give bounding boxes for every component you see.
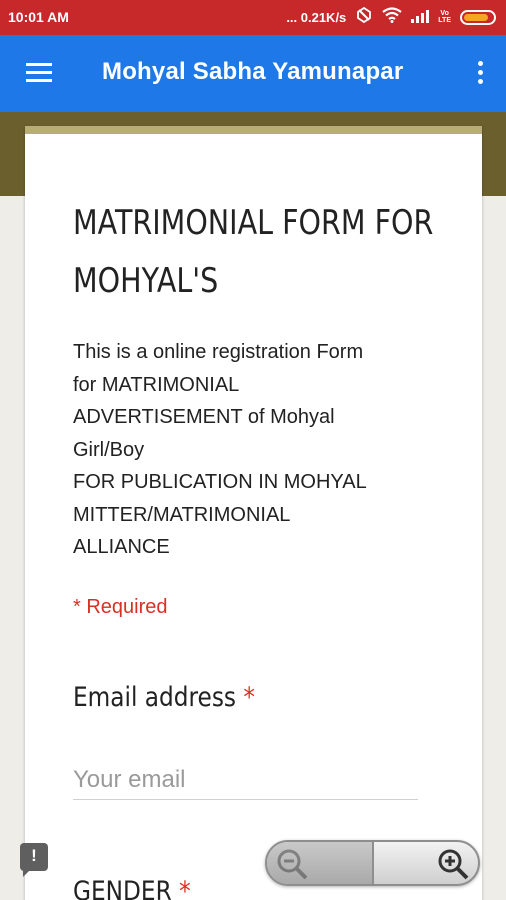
email-label-text: Email address bbox=[73, 682, 237, 713]
form-title-text: MATRIMONIAL FORM FOR MOHYAL'S bbox=[73, 203, 434, 301]
gender-label-text: GENDER bbox=[73, 876, 172, 900]
signal-icon bbox=[411, 8, 430, 27]
status-bar: 10:01 AM ... 0.21K/s Vo LTE bbox=[0, 0, 506, 35]
app-bar: Mohyal Sabha Yamunapar bbox=[0, 35, 506, 112]
battery-level bbox=[464, 13, 488, 21]
form-card: MATRIMONIAL FORM FOR MOHYAL'S This is a … bbox=[25, 126, 482, 900]
status-time: 10:01 AM bbox=[8, 9, 69, 25]
email-label: Email address * bbox=[73, 682, 255, 713]
wifi-icon bbox=[382, 7, 402, 27]
network-speed: ... 0.21K/s bbox=[286, 9, 347, 25]
no-disturb-icon bbox=[355, 6, 373, 28]
required-note: * Required bbox=[73, 596, 168, 618]
zoom-control bbox=[265, 840, 480, 886]
status-icons: ... 0.21K/s Vo LTE bbox=[286, 6, 496, 28]
more-vert-icon[interactable] bbox=[476, 61, 484, 87]
volte-icon: Vo LTE bbox=[438, 10, 451, 24]
form-title: MATRIMONIAL FORM FOR MOHYAL'S bbox=[73, 194, 433, 310]
app-title: Mohyal Sabha Yamunapar bbox=[102, 58, 404, 85]
menu-icon[interactable] bbox=[26, 63, 52, 83]
zoom-in-icon bbox=[438, 849, 469, 880]
form-description: This is a online registration Form for M… bbox=[73, 341, 367, 558]
email-input[interactable] bbox=[73, 760, 418, 800]
report-icon[interactable]: ! bbox=[20, 843, 48, 877]
required-star: * bbox=[243, 682, 256, 713]
zoom-in-button[interactable] bbox=[374, 842, 478, 884]
zoom-out-icon bbox=[277, 849, 308, 880]
zoom-out-button[interactable] bbox=[267, 842, 374, 884]
required-star: * bbox=[179, 876, 191, 900]
battery-icon bbox=[460, 9, 496, 25]
gender-label: GENDER * bbox=[73, 876, 191, 900]
